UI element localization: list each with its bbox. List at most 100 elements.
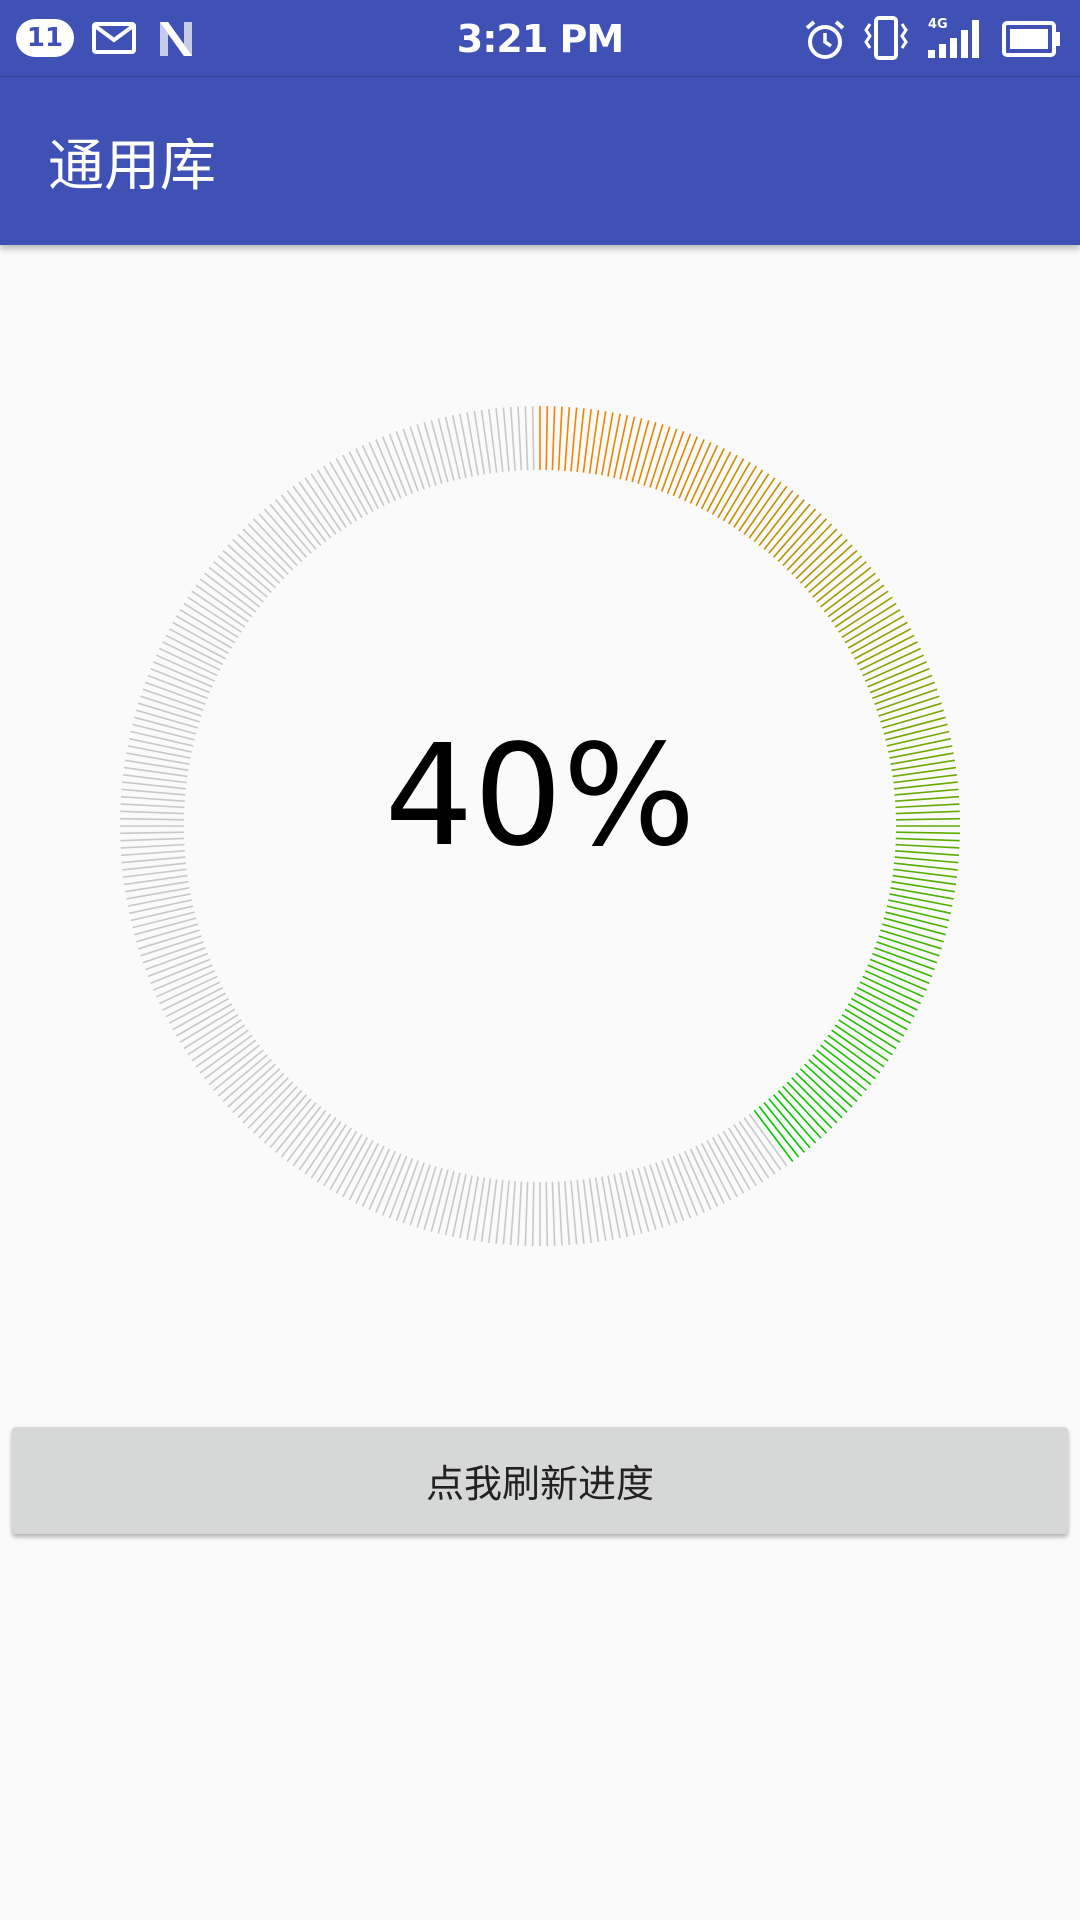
progress-tick-empty [263,508,308,558]
progress-tick-filled [791,528,838,575]
progress-tick-empty [625,1171,643,1234]
progress-tick-filled [799,538,848,584]
progress-tick-filled [619,416,636,480]
progress-tick-empty [495,1179,504,1244]
progress-tick-empty [444,416,461,480]
progress-tick-filled [816,1049,867,1091]
progress-tick-empty [509,1181,516,1246]
refresh-progress-button[interactable]: 点我刷新进度 [12,1427,1068,1534]
app-bar: 通用库 [0,77,1080,245]
progress-tick-empty [208,566,260,608]
progress-tick-empty [355,448,385,507]
progress-tick-empty [263,1094,308,1144]
progress-tick-empty [132,911,195,929]
progress-tick-filled [772,508,817,558]
progress-tick-filled [820,1044,872,1086]
progress-tick-filled [864,654,925,682]
progress-tick-filled [678,439,705,499]
progress-tick-empty [545,1181,549,1246]
progress-tick-empty [153,661,213,688]
progress-tick-empty [459,1175,473,1239]
progress-tick-empty [582,1179,592,1243]
progress-tick-empty [153,964,213,991]
progress-tick-filled [808,1058,858,1103]
progress-tick-empty [368,1150,396,1211]
progress-tick-empty [348,1142,380,1201]
progress-tick-empty [607,1175,621,1239]
progress-tick-empty [222,1058,272,1103]
progress-tick-empty [509,406,516,471]
progress-tick-empty [168,628,227,660]
progress-tick-empty [237,533,285,580]
progress-tick-empty [361,1148,391,1207]
progress-tick-empty [227,1063,276,1108]
vibrate-icon [864,16,908,60]
progress-tick-empty [217,555,268,598]
progress-tick-filled [786,523,833,571]
progress-tick-empty [247,523,294,571]
progress-tick-empty [531,1181,535,1246]
progress-tick-filled [768,1098,811,1149]
progress-tick-filled [886,905,950,922]
progress-tick-filled [545,406,549,471]
progress-tick-empty [269,1098,312,1149]
progress-tick-empty [613,1174,629,1237]
progress-tick-filled [823,572,876,613]
progress-tick-empty [576,1179,585,1244]
progress-tick-empty [375,1153,402,1213]
progress-tick-empty [451,415,467,478]
progress-tick-empty [232,1068,281,1114]
progress-tick-filled [795,533,843,580]
progress-tick-filled [564,406,571,471]
progress-tick-empty [280,494,322,546]
progress-tick-filled [700,451,732,510]
progress-tick-empty [706,1139,738,1198]
progress-tick-empty [127,893,191,907]
progress-tick-empty [551,1181,556,1246]
app-title: 通用库 [48,133,216,199]
progress-tick-empty [342,1139,374,1198]
progress-tick-filled [786,1081,833,1129]
progress-tick-empty [286,1109,327,1162]
progress-tick-empty [695,1145,725,1204]
progress-tick-filled [777,513,822,562]
progress-tick-empty [165,986,224,1018]
progress-tick-filled [867,661,927,688]
progress-tick-filled [551,406,556,471]
progress-tick-filled [867,964,927,991]
progress-tick-empty [129,899,192,915]
progress-tick-filled [777,1090,822,1139]
progress-tick-empty [459,413,473,477]
progress-tick-empty [130,905,194,922]
progress-percentage: 40% [384,715,696,878]
progress-tick-empty [204,1039,257,1080]
progress-tick-filled [799,1068,848,1114]
progress-tick-empty [430,1169,449,1232]
progress-tick-empty [524,1181,529,1246]
signal-icon: 4G [928,17,979,58]
progress-tick-filled [804,544,853,589]
progress-tick-filled [684,441,712,502]
progress-tick-filled [689,445,719,504]
progress-tick-filled [856,986,915,1018]
alarm-icon [805,20,845,59]
progress-tick-empty [368,441,396,502]
progress-tick-empty [517,1181,523,1246]
progress-tick-empty [159,975,218,1005]
progress-tick-empty [227,544,276,589]
progress-tick-empty [488,1179,498,1243]
progress-tick-filled [812,555,863,598]
progress-tick-filled [576,408,585,473]
network-type-label: 4G [928,17,948,32]
progress-tick-empty [213,1049,264,1091]
progress-tick-empty [275,499,317,550]
progress-tick-empty [557,1181,563,1246]
progress-tick-filled [607,413,621,477]
progress-tick-filled [808,549,858,594]
progress-tick-empty [684,1150,712,1211]
progress-tick-empty [222,549,272,594]
progress-tick-empty [444,1172,461,1236]
progress-tick-filled [816,561,867,603]
progress-tick-filled [856,634,915,666]
progress-tick-empty [252,1085,298,1134]
